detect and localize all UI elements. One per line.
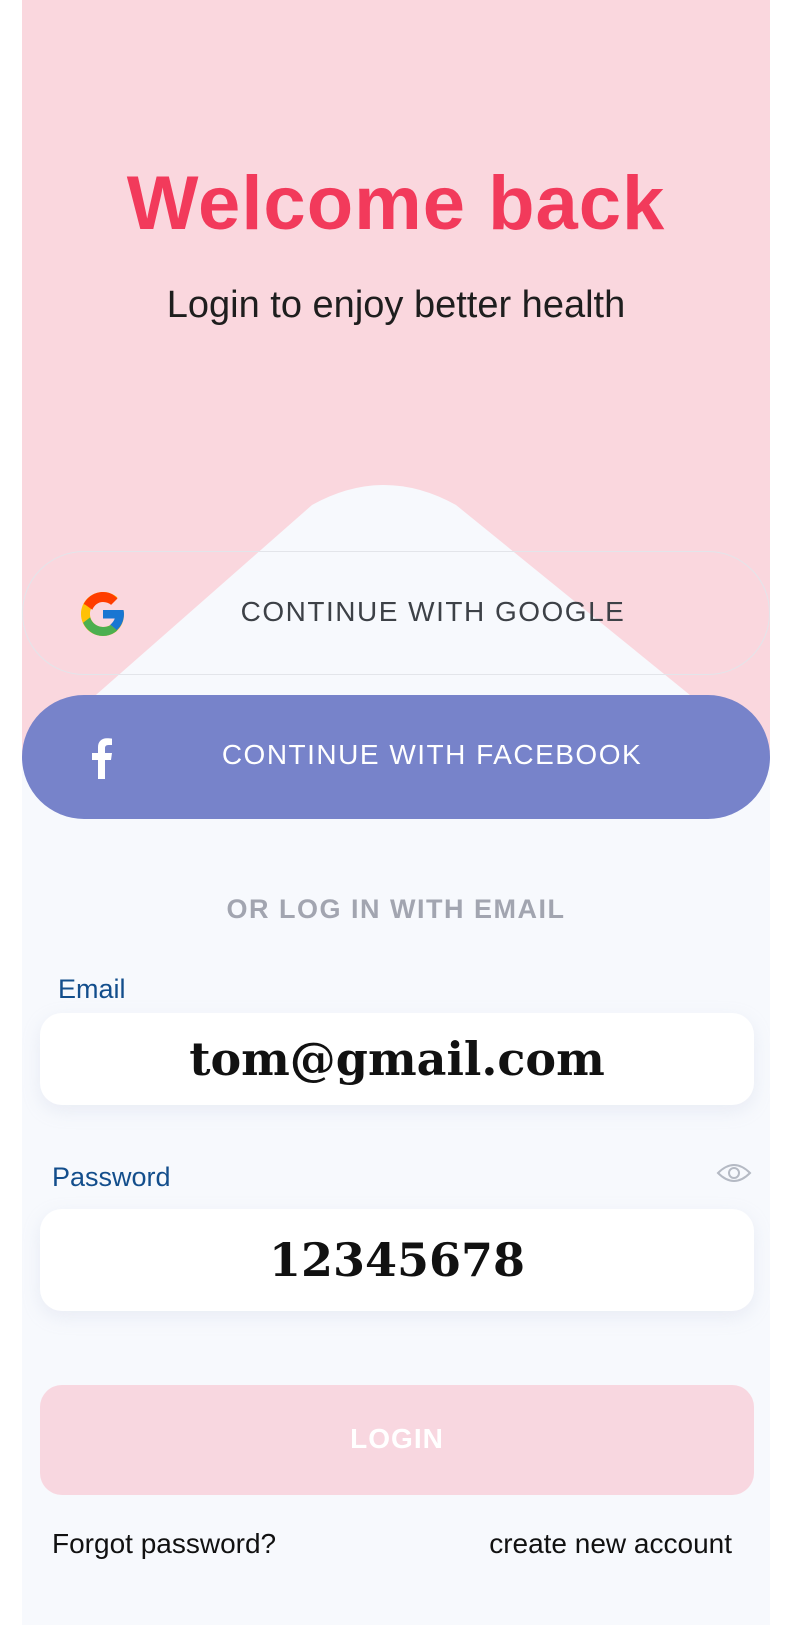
email-label: Email	[58, 974, 126, 1004]
divider-label: OR LOG IN WITH EMAIL	[226, 894, 566, 924]
create-account-link[interactable]: create new account	[489, 1528, 732, 1560]
google-g-icon	[81, 592, 124, 636]
continue-with-facebook-button[interactable]: CONTINUE WITH FACEBOOK	[22, 695, 770, 819]
eye-icon[interactable]	[716, 1160, 752, 1186]
google-button-label: CONTINUE WITH GOOGLE	[240, 596, 626, 627]
login-button-label: LOGIN	[350, 1423, 444, 1454]
facebook-f-icon	[92, 738, 112, 779]
page-subtitle: Login to enjoy better health	[166, 284, 626, 326]
password-label: Password	[52, 1162, 171, 1192]
page-title: Welcome back	[126, 161, 666, 246]
email-field[interactable]: tom@gmail.com	[40, 1013, 754, 1105]
login-screen: Welcome back Login to enjoy better healt…	[22, 0, 770, 1625]
login-button[interactable]: LOGIN	[40, 1385, 754, 1495]
password-field[interactable]: 12345678	[40, 1209, 754, 1311]
forgot-password-link[interactable]: Forgot password?	[52, 1528, 276, 1560]
arch-shape	[22, 485, 770, 810]
facebook-button-label: CONTINUE WITH FACEBOOK	[221, 739, 643, 770]
continue-with-google-button[interactable]: CONTINUE WITH GOOGLE	[22, 551, 770, 675]
